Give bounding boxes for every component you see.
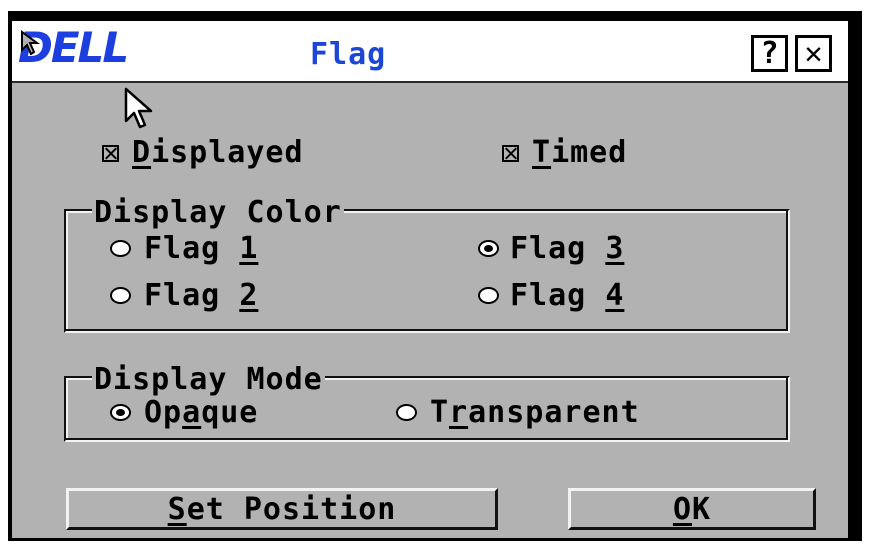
help-icon: ? (760, 36, 779, 71)
set-position-button[interactable]: Set Position (66, 488, 498, 530)
mouse-pointer-icon (124, 87, 153, 129)
help-button[interactable]: ? (751, 35, 788, 72)
flag-3-radio[interactable] (478, 240, 499, 257)
flag-4-radio[interactable] (478, 287, 499, 304)
transparent-label[interactable]: Transparent (430, 395, 640, 431)
ok-label: K (692, 491, 712, 527)
flag-1-radio[interactable] (110, 240, 131, 257)
display-color-title: Display Color (92, 195, 344, 231)
cursor-artifact-icon (21, 30, 41, 56)
close-button[interactable]: ✕ (795, 35, 832, 72)
title-bar (12, 21, 848, 83)
transparent-radio[interactable] (396, 404, 417, 421)
dialog-title: Flag (310, 37, 387, 72)
opaque-label[interactable]: Opaque (144, 395, 258, 431)
displayed-checkbox[interactable] (102, 145, 119, 162)
set-position-hotkey: S (167, 491, 187, 527)
flag-4-label[interactable]: Flag 4 (510, 278, 624, 314)
timed-label[interactable]: Timed (532, 135, 627, 171)
display-mode-title: Display Mode (92, 362, 325, 398)
ok-button[interactable]: OK (568, 488, 816, 530)
flag-3-label[interactable]: Flag 3 (510, 231, 624, 267)
ok-hotkey: O (672, 491, 692, 527)
screen: DELL Flag ? ✕ Displayed Timed Display Co… (0, 0, 871, 550)
opaque-radio[interactable] (110, 404, 131, 421)
dialog-body: Displayed Timed Display Color Flag 1 Fla… (12, 83, 848, 538)
close-icon: ✕ (804, 36, 823, 71)
displayed-label[interactable]: Displayed (132, 135, 304, 171)
set-position-label: et Position (186, 491, 397, 527)
flag-1-label[interactable]: Flag 1 (144, 231, 258, 267)
timed-checkbox[interactable] (502, 145, 519, 162)
flag-2-label[interactable]: Flag 2 (144, 278, 258, 314)
flag-2-radio[interactable] (110, 287, 131, 304)
